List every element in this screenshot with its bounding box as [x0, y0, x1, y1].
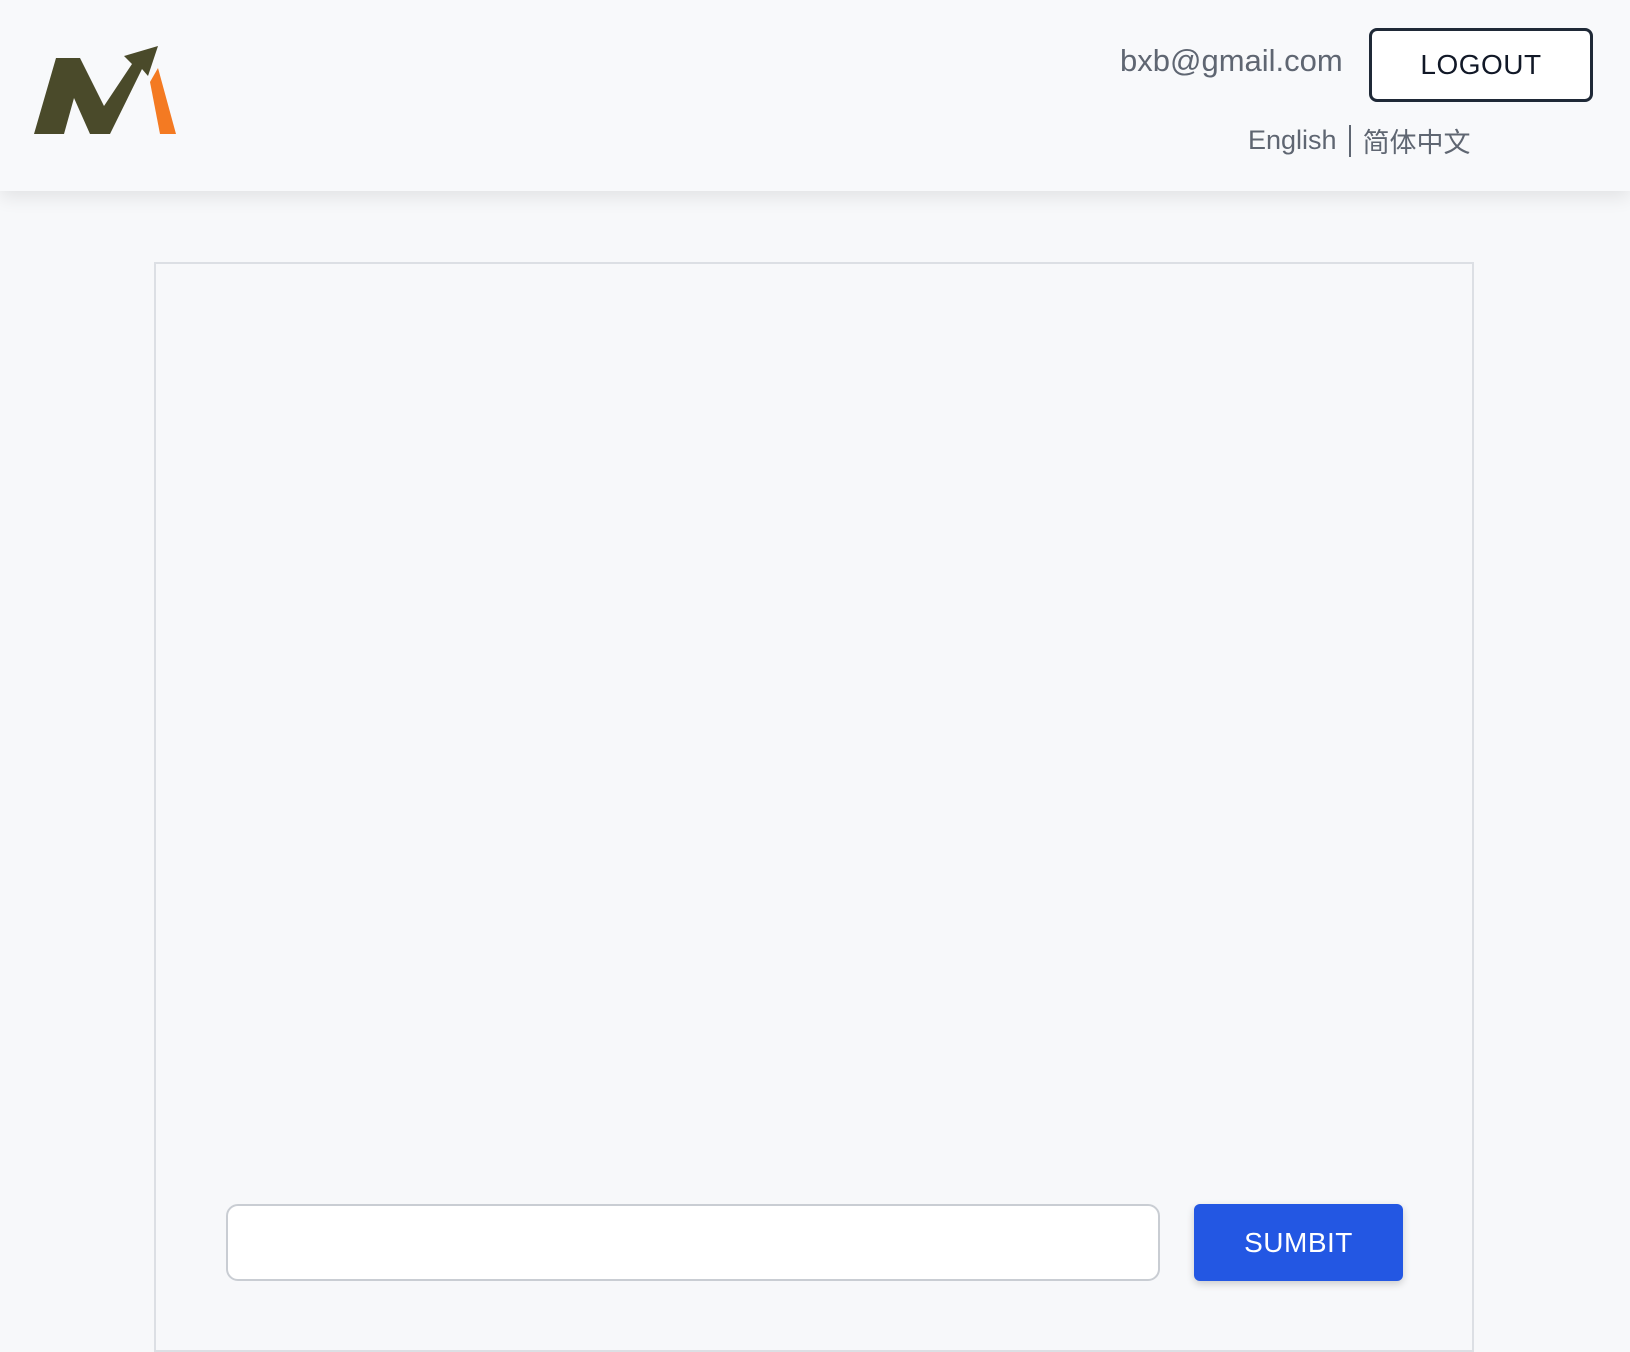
- language-switcher: English 简体中文: [1248, 121, 1471, 160]
- submit-button[interactable]: SUMBIT: [1194, 1204, 1403, 1281]
- m-logo-icon[interactable]: [34, 46, 176, 138]
- user-email: bxb@gmail.com: [1120, 43, 1343, 78]
- logout-button[interactable]: LOGOUT: [1369, 28, 1593, 102]
- message-input[interactable]: [226, 1204, 1160, 1281]
- language-english-link[interactable]: English: [1248, 125, 1337, 156]
- top-header: bxb@gmail.com LOGOUT English 简体中文: [0, 0, 1630, 191]
- chat-panel: [154, 262, 1474, 1352]
- language-divider: [1348, 124, 1351, 157]
- language-chinese-link[interactable]: 简体中文: [1363, 121, 1471, 160]
